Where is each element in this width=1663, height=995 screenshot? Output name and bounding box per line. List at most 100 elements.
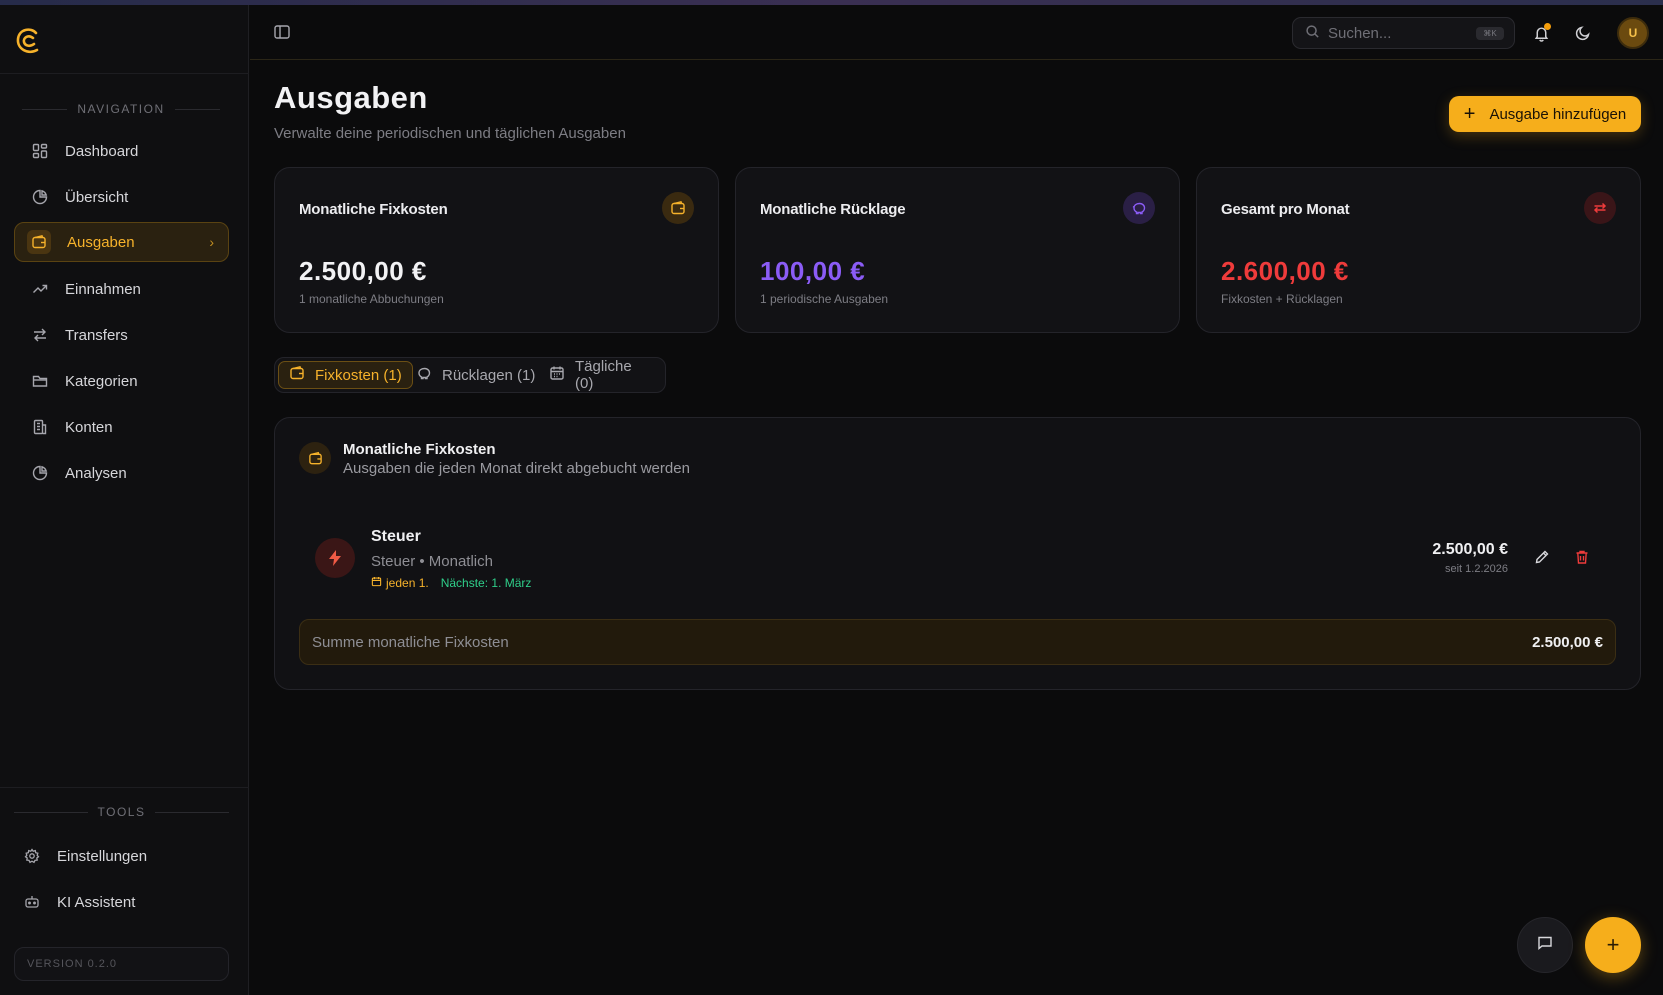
notification-dot xyxy=(1544,23,1551,30)
app-logo[interactable] xyxy=(14,25,42,57)
bank-icon xyxy=(31,418,49,436)
card-title: Monatliche Rücklage xyxy=(760,201,906,218)
sum-bar: Summe monatliche Fixkosten 2.500,00 € xyxy=(299,619,1616,665)
sidebar: NAVIGATION Dashboard Übersicht Ausgaben … xyxy=(0,5,249,995)
panel-title: Monatliche Fixkosten xyxy=(343,441,496,458)
sidebar-item-uebersicht[interactable]: Übersicht xyxy=(14,177,229,217)
bot-icon xyxy=(23,893,41,911)
search-input[interactable]: Suchen... ⌘K xyxy=(1292,17,1515,49)
chat-button[interactable] xyxy=(1517,917,1573,973)
version-label: VERSION 0.2.0 xyxy=(14,947,229,981)
page-subtitle: Verwalte deine periodischen und tägliche… xyxy=(274,125,626,142)
sidebar-item-label: KI Assistent xyxy=(57,893,136,911)
sidebar-item-einnahmen[interactable]: Einnahmen xyxy=(14,269,229,309)
expense-schedule: jeden 1. Nächste: 1. März xyxy=(371,576,531,590)
tab-label: Rücklagen (1) xyxy=(442,366,536,384)
calendar-icon xyxy=(371,576,382,590)
moon-icon[interactable] xyxy=(1572,22,1594,44)
folder-icon xyxy=(31,372,49,390)
tab-label: Tägliche (0) xyxy=(575,358,632,392)
schedule-label: jeden 1. xyxy=(386,576,429,590)
sum-value: 2.500,00 € xyxy=(1532,634,1603,651)
schedule-tag: jeden 1. xyxy=(371,576,429,590)
quick-add-button[interactable]: + xyxy=(1585,917,1641,973)
piggy-bank-icon xyxy=(1123,192,1155,224)
tab-fixkosten[interactable]: Fixkosten (1) xyxy=(278,361,413,389)
sidebar-item-kategorien[interactable]: Kategorien xyxy=(14,361,229,401)
sidebar-item-label: Einnahmen xyxy=(65,280,141,298)
search-placeholder: Suchen... xyxy=(1328,24,1392,42)
card-value: 100,00 € xyxy=(760,256,866,286)
card-value: 2.600,00 € xyxy=(1221,256,1349,286)
search-icon xyxy=(1305,24,1320,43)
sidebar-item-analysen[interactable]: Analysen xyxy=(14,453,229,493)
card-subtext: 1 monatliche Abbuchungen xyxy=(299,292,444,306)
panel-subtitle: Ausgaben die jeden Monat direkt abgebuch… xyxy=(343,460,690,477)
wallet-icon xyxy=(27,230,51,254)
sidebar-divider xyxy=(0,73,249,74)
pie-icon xyxy=(31,188,49,206)
sidebar-item-label: Übersicht xyxy=(65,188,129,206)
arrows-icon xyxy=(31,326,49,344)
gear-icon xyxy=(23,847,41,865)
chevron-right-icon: › xyxy=(209,234,214,250)
wallet-icon xyxy=(299,442,331,474)
grid-icon xyxy=(31,142,49,160)
edit-icon[interactable] xyxy=(1531,546,1553,568)
expense-meta: Steuer • Monatlich xyxy=(371,553,493,570)
card-ruecklage: Monatliche Rücklage 100,00 € 1 periodisc… xyxy=(735,167,1180,333)
sidebar-item-label: Kategorien xyxy=(65,372,138,390)
add-expense-label: Ausgabe hinzufügen xyxy=(1489,105,1627,123)
add-expense-button[interactable]: + Ausgabe hinzufügen xyxy=(1449,96,1641,132)
sidebar-item-label: Dashboard xyxy=(65,142,139,160)
chat-icon xyxy=(1537,935,1553,956)
card-value: 2.500,00 € xyxy=(299,256,427,286)
sidebar-item-transfers[interactable]: Transfers xyxy=(14,315,229,355)
repeat-icon xyxy=(1584,192,1616,224)
sidebar-item-ki-assistent[interactable]: KI Assistent xyxy=(6,882,221,922)
card-title: Monatliche Fixkosten xyxy=(299,201,448,218)
expense-tabs: Fixkosten (1) Rücklagen (1) Tägliche (0) xyxy=(274,357,666,393)
tab-taegliche[interactable]: Tägliche (0) xyxy=(538,358,665,392)
plus-icon: + xyxy=(1463,103,1476,125)
sidebar-item-konten[interactable]: Konten xyxy=(14,407,229,447)
pie-icon xyxy=(31,464,49,482)
wallet-icon xyxy=(662,192,694,224)
trending-up-icon xyxy=(31,280,49,298)
topbar: Suchen... ⌘K U xyxy=(250,5,1663,60)
sidebar-divider xyxy=(0,787,249,788)
trash-icon[interactable] xyxy=(1571,546,1593,568)
sum-label: Summe monatliche Fixkosten xyxy=(312,634,509,651)
card-subtext: Fixkosten + Rücklagen xyxy=(1221,292,1343,306)
piggy-bank-icon xyxy=(416,365,432,385)
sidebar-item-dashboard[interactable]: Dashboard xyxy=(14,131,229,171)
card-title: Gesamt pro Monat xyxy=(1221,201,1350,218)
card-gesamt: Gesamt pro Monat 2.600,00 € Fixkosten + … xyxy=(1196,167,1641,333)
tab-label: Fixkosten (1) xyxy=(315,366,402,384)
sidebar-item-label: Einstellungen xyxy=(57,847,148,865)
nav-section-title: NAVIGATION xyxy=(22,102,221,116)
sidebar-item-label: Analysen xyxy=(65,464,127,482)
card-fixkosten: Monatliche Fixkosten 2.500,00 € 1 monatl… xyxy=(274,167,719,333)
calendar-icon xyxy=(549,365,565,385)
sidebar-item-label: Transfers xyxy=(65,326,128,344)
sidebar-item-label: Konten xyxy=(65,418,113,436)
lightning-icon xyxy=(315,538,355,578)
bell-icon[interactable] xyxy=(1530,22,1552,44)
tools-section-title: TOOLS xyxy=(14,805,229,819)
next-date-label: Nächste: 1. März xyxy=(440,576,532,590)
fixed-costs-panel: Monatliche Fixkosten Ausgaben die jeden … xyxy=(274,417,1641,690)
wallet-icon xyxy=(289,365,305,385)
page-title: Ausgaben xyxy=(274,80,428,115)
expense-since: seit 1.2.2026 xyxy=(1445,563,1508,575)
expense-amount: 2.500,00 € xyxy=(1432,541,1508,558)
expense-name: Steuer xyxy=(371,528,421,545)
sidebar-toggle-icon[interactable] xyxy=(273,23,291,41)
sidebar-item-ausgaben[interactable]: Ausgaben › xyxy=(14,222,229,262)
avatar[interactable]: U xyxy=(1617,17,1649,49)
card-subtext: 1 periodische Ausgaben xyxy=(760,292,889,306)
sidebar-item-label: Ausgaben xyxy=(67,233,135,251)
sidebar-item-einstellungen[interactable]: Einstellungen xyxy=(6,836,221,876)
tab-ruecklagen[interactable]: Rücklagen (1) xyxy=(405,361,546,389)
search-shortcut: ⌘K xyxy=(1476,27,1504,40)
